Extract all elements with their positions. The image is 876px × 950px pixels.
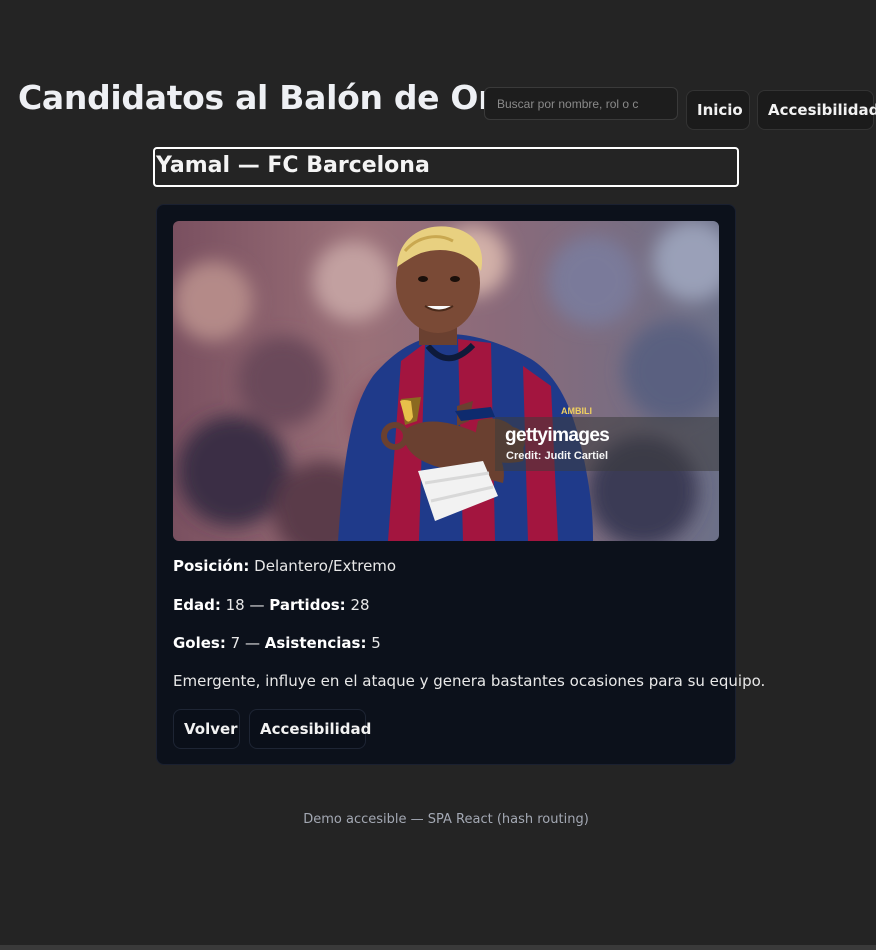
goals-label: Goles: bbox=[173, 634, 226, 652]
site-title: Candidatos al Balón de Oro bbox=[18, 78, 517, 117]
watermark-credit: Credit: Judit Cartiel bbox=[506, 450, 609, 462]
watermark-logo: gettyimages bbox=[505, 425, 610, 446]
position-line: Posición: Delantero/Extremo bbox=[173, 557, 396, 575]
search-input[interactable] bbox=[484, 87, 678, 120]
separator: — bbox=[244, 634, 260, 652]
player-photo: AMBILI gettyimages Credit: Judit Cartiel bbox=[173, 221, 719, 541]
bottom-divider bbox=[0, 945, 876, 950]
player-photo-illustration: AMBILI bbox=[173, 221, 719, 541]
player-card: AMBILI gettyimages Credit: Judit Cartiel… bbox=[156, 204, 765, 765]
back-button[interactable]: Volver bbox=[173, 709, 240, 749]
position-label: Posición: bbox=[173, 557, 250, 575]
age-value: 18 bbox=[225, 596, 245, 614]
nav-accessibility-button[interactable]: Accesibilidad bbox=[757, 90, 876, 130]
nav-home-button[interactable]: Inicio bbox=[686, 90, 750, 130]
assists-value: 5 bbox=[371, 634, 381, 652]
player-description: Emergente, influye en el ataque y genera… bbox=[173, 672, 766, 690]
matches-label: Partidos: bbox=[269, 596, 346, 614]
matches-value: 28 bbox=[350, 596, 370, 614]
footer-text: Demo accesible — SPA React (hash routing… bbox=[303, 812, 589, 827]
age-label: Edad: bbox=[173, 596, 221, 614]
svg-text:AMBILI: AMBILI bbox=[561, 406, 592, 416]
goals-value: 7 bbox=[230, 634, 241, 652]
assists-label: Asistencias: bbox=[264, 634, 367, 652]
watermark: gettyimages Credit: Judit Cartiel bbox=[495, 417, 719, 471]
accessibility-button[interactable]: Accesibilidad bbox=[249, 709, 371, 749]
position-value: Delantero/Extremo bbox=[254, 557, 397, 575]
player-heading: Yamal — FC Barcelona bbox=[153, 147, 739, 187]
goals-assists-line: Goles: 7 — Asistencias: 5 bbox=[173, 634, 381, 652]
age-matches-line: Edad: 18 — Partidos: 28 bbox=[173, 596, 370, 614]
page: Candidatos al Balón de Oro Inicio Accesi… bbox=[0, 0, 876, 950]
separator: — bbox=[249, 596, 265, 614]
